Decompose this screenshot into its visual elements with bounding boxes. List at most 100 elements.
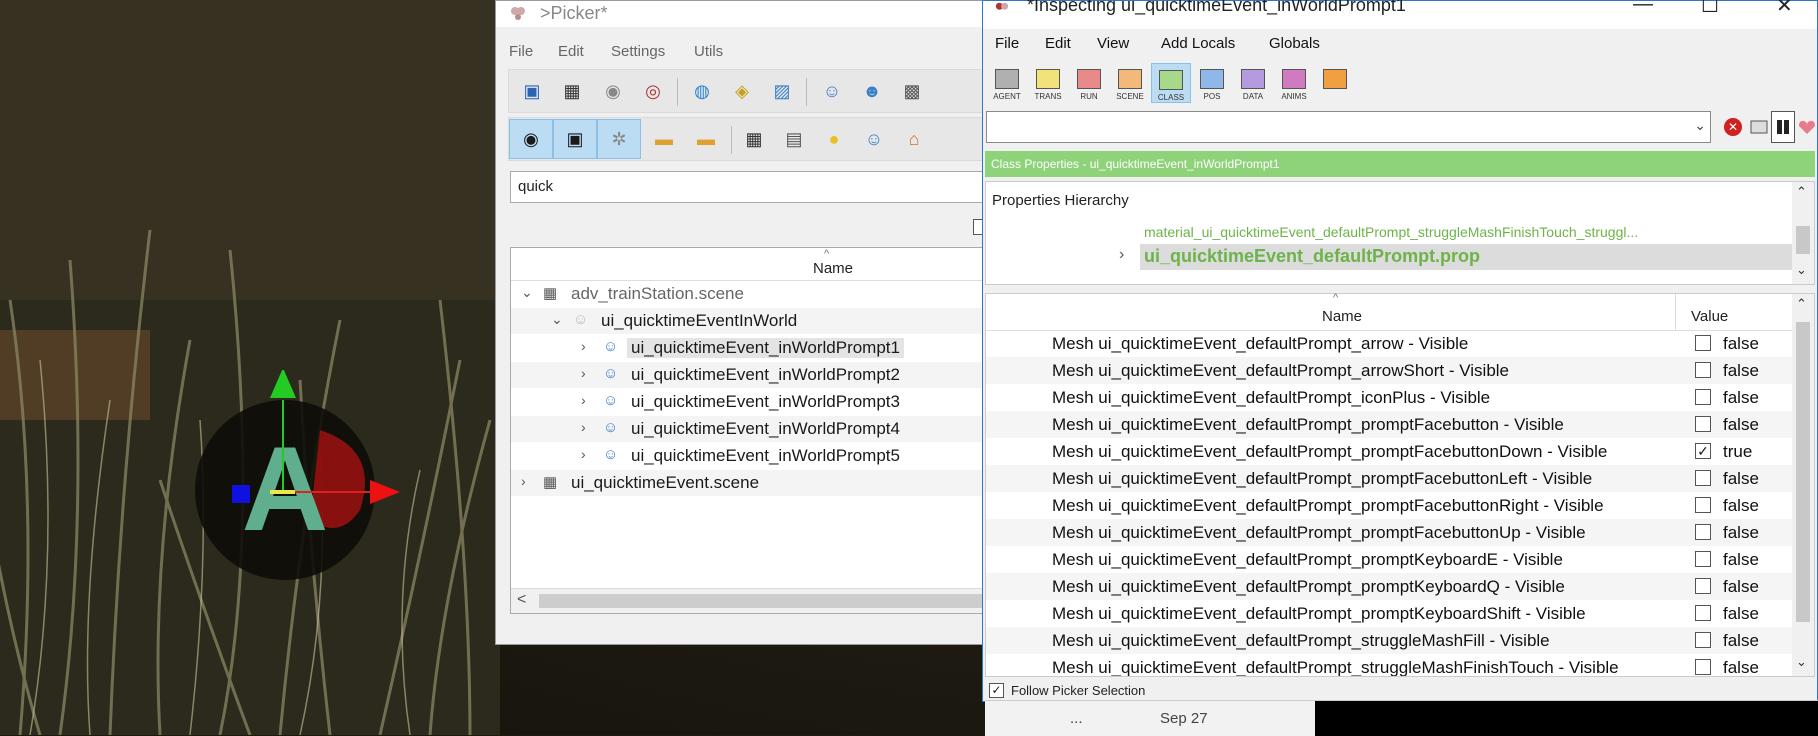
bulb-icon[interactable]: ● [821, 126, 847, 152]
menu-file[interactable]: File [995, 35, 1019, 52]
property-checkbox[interactable] [1695, 578, 1711, 594]
eye-hide-icon[interactable]: ◎ [640, 78, 666, 104]
property-row[interactable]: Mesh ui_quicktimeEvent_defaultPrompt_pro… [986, 465, 1792, 492]
col-value[interactable]: Value [1691, 308, 1728, 325]
tree-row[interactable]: › ☺ ui_quicktimeEvent_inWorldPrompt2 [511, 362, 987, 388]
property-row[interactable]: Mesh ui_quicktimeEvent_defaultPrompt_pro… [986, 546, 1792, 573]
heart-icon[interactable] [1795, 111, 1818, 143]
close-icon[interactable]: ✕ [1776, 0, 1793, 18]
follow-picker-selection[interactable]: ✓ Follow Picker Selection [985, 679, 1817, 701]
chevron-right-icon[interactable]: › [521, 473, 526, 489]
chevron-right-icon[interactable]: › [581, 338, 586, 354]
picker-search-input[interactable]: quick [510, 171, 988, 203]
scroll-left-icon[interactable]: < [517, 591, 526, 609]
property-row[interactable]: Mesh ui_quicktimeEvent_defaultPrompt_pro… [986, 411, 1792, 438]
tree-header[interactable]: ^ Name [511, 248, 987, 281]
hierarchy-material-item[interactable]: material_ui_quicktimeEvent_defaultPrompt… [1144, 224, 1638, 240]
globe-icon[interactable]: ◍ [689, 78, 715, 104]
menu-globals[interactable]: Globals [1269, 35, 1320, 52]
property-row[interactable]: Mesh ui_quicktimeEvent_defaultPrompt_ico… [986, 384, 1792, 411]
toolbar-class-button[interactable]: CLASS [1151, 63, 1191, 103]
toolbar-scene-button[interactable]: SCENE [1110, 63, 1150, 103]
clapper-icon[interactable]: ▦ [559, 78, 585, 104]
properties-table[interactable]: ^ Name Value Mesh ui_quicktimeEvent_defa… [985, 292, 1815, 677]
property-checkbox[interactable] [1695, 362, 1711, 378]
properties-scrollbar[interactable]: ⌃ ⌄ [1792, 294, 1814, 676]
property-row[interactable]: Mesh ui_quicktimeEvent_defaultPrompt_pro… [986, 438, 1792, 465]
property-checkbox[interactable]: ✓ [1695, 443, 1711, 459]
tree-row[interactable]: › ☺ ui_quicktimeEvent_inWorldPrompt1 [511, 335, 987, 361]
property-checkbox[interactable] [1695, 551, 1711, 567]
toolbar-anims-button[interactable]: ANIMS [1274, 63, 1314, 103]
toolbar-pos-button[interactable]: POS [1192, 63, 1232, 103]
menu-edit[interactable]: Edit [1045, 35, 1071, 52]
chevron-right-icon[interactable]: › [581, 365, 586, 381]
property-checkbox[interactable] [1695, 416, 1711, 432]
chevron-down-icon[interactable]: ⌄ [521, 284, 533, 301]
picker-tree[interactable]: ^ Name ⌄ ▦ adv_trainStation.scene ⌄ ☺ ui_quic… [510, 247, 988, 614]
menu-view[interactable]: View [1097, 35, 1129, 52]
toolbar-data-button[interactable]: DATA [1233, 63, 1273, 103]
toolbar-trans-button[interactable]: TRANS [1028, 63, 1068, 103]
property-checkbox[interactable] [1695, 524, 1711, 540]
edit-icon[interactable] [1747, 111, 1771, 143]
minimize-icon[interactable]: — [1633, 0, 1653, 16]
toolbar-run-button[interactable]: RUN [1069, 63, 1109, 103]
chevron-right-icon[interactable]: › [1119, 246, 1124, 264]
tree-row[interactable]: ⌄ ▦ adv_trainStation.scene [511, 281, 987, 307]
property-row[interactable]: Mesh ui_quicktimeEvent_defaultPrompt_pro… [986, 519, 1792, 546]
follow-checkbox[interactable]: ✓ [989, 683, 1004, 698]
property-checkbox[interactable] [1695, 335, 1711, 351]
chevron-down-icon[interactable]: ⌄ [551, 311, 563, 328]
property-row[interactable]: Mesh ui_quicktimeEvent_defaultPrompt_arr… [986, 330, 1792, 357]
chevron-down-icon[interactable]: ⌄ [1694, 117, 1706, 134]
property-row[interactable]: Mesh ui_quicktimeEvent_defaultPrompt_str… [986, 654, 1792, 676]
user-edit-icon[interactable]: ☻ [859, 78, 885, 104]
toolbar-lock-button[interactable] [1315, 63, 1355, 103]
people-icon[interactable] [1771, 111, 1795, 143]
user-icon[interactable]: ☺ [861, 126, 887, 152]
folder-2-icon[interactable]: ▬ [693, 126, 719, 152]
property-checkbox[interactable] [1695, 497, 1711, 513]
save-icon[interactable]: ▣ [519, 78, 545, 104]
menu-add-locals[interactable]: Add Locals [1161, 35, 1235, 52]
eye-gold-icon[interactable]: ◈ [729, 78, 755, 104]
menu-edit[interactable]: Edit [558, 43, 584, 60]
tree-row[interactable]: › ☺ ui_quicktimeEvent_inWorldPrompt4 [511, 416, 987, 442]
gear-icon[interactable]: ✲ [597, 119, 641, 159]
property-row[interactable]: Mesh ui_quicktimeEvent_defaultPrompt_arr… [986, 357, 1792, 384]
property-checkbox[interactable] [1695, 470, 1711, 486]
menu-file[interactable]: File [509, 43, 533, 60]
camera-icon[interactable]: ▩ [899, 78, 925, 104]
tree-row[interactable]: › ☺ ui_quicktimeEvent_inWorldPrompt3 [511, 389, 987, 415]
properties-hierarchy[interactable]: Properties Hierarchy material_ui_quickti… [985, 181, 1815, 285]
menu-utils[interactable]: Utils [694, 43, 723, 60]
property-row[interactable]: Mesh ui_quicktimeEvent_defaultPrompt_pro… [986, 600, 1792, 627]
property-checkbox[interactable] [1695, 605, 1711, 621]
property-row[interactable]: Mesh ui_quicktimeEvent_defaultPrompt_pro… [986, 492, 1792, 519]
folder-icon[interactable]: ▬ [651, 126, 677, 152]
home-icon[interactable]: ⌂ [901, 126, 927, 152]
hierarchy-scrollbar[interactable]: ⌃ ⌄ [1792, 182, 1814, 284]
property-checkbox[interactable] [1695, 632, 1711, 648]
menu-settings[interactable]: Settings [611, 43, 665, 60]
tree-horizontal-scrollbar[interactable]: < [511, 588, 987, 613]
property-checkbox[interactable] [1695, 659, 1711, 675]
tree-row[interactable]: › ☺ ui_quicktimeEvent_inWorldPrompt5 [511, 443, 987, 469]
chevron-right-icon[interactable]: › [581, 419, 586, 435]
tree-row[interactable]: › ▦ ui_quicktimeEvent.scene [511, 470, 987, 496]
clapper-2-icon[interactable]: ▦ [741, 126, 767, 152]
hierarchy-selected-item[interactable]: ui_quicktimeEvent_defaultPrompt.prop [1140, 244, 1796, 270]
property-row[interactable]: Mesh ui_quicktimeEvent_defaultPrompt_pro… [986, 573, 1792, 600]
chevron-right-icon[interactable]: › [581, 446, 586, 462]
maximize-icon[interactable]: ☐ [1701, 0, 1719, 18]
image-icon[interactable]: ▨ [769, 78, 795, 104]
tree-row[interactable]: ⌄ ☺ ui_quicktimeEventInWorld [511, 308, 987, 334]
film-icon[interactable]: ▤ [781, 126, 807, 152]
col-name[interactable]: Name [1322, 308, 1362, 325]
property-row[interactable]: Mesh ui_quicktimeEvent_defaultPrompt_str… [986, 627, 1792, 654]
user-add-icon[interactable]: ☺ [819, 78, 845, 104]
eye-icon[interactable]: ◉ [600, 78, 626, 104]
scroll-thumb[interactable] [539, 594, 987, 608]
filter-icon[interactable]: ▣ [553, 119, 597, 159]
